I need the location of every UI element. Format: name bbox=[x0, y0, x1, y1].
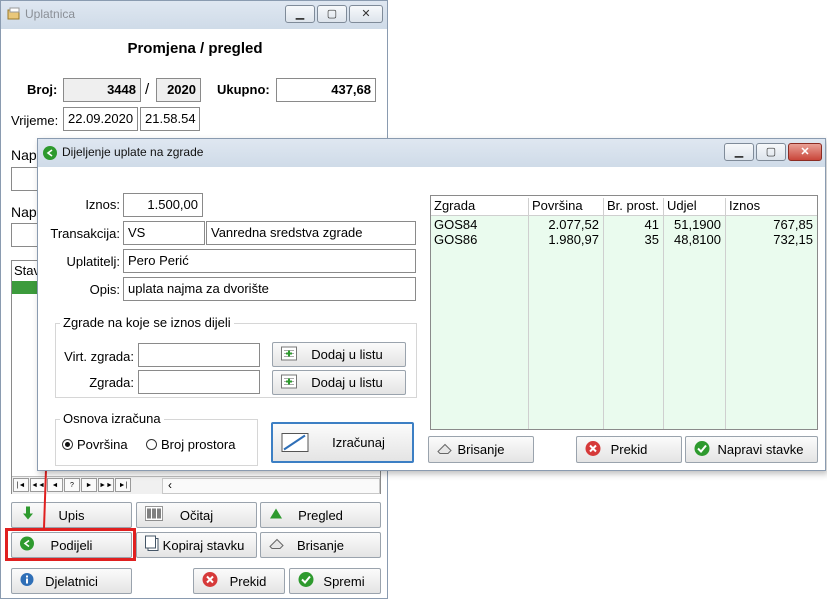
transakcija-code-field[interactable]: VS bbox=[123, 221, 205, 245]
add-list-icon bbox=[281, 374, 297, 391]
table-column-header[interactable]: Zgrada bbox=[431, 198, 528, 215]
izracunaj-label: Izračunaj bbox=[332, 435, 385, 450]
dialog-titlebar[interactable]: Dijeljenje uplate na zgrade ▁ ▢ ✕ bbox=[38, 139, 825, 167]
dodaj-zgrada-label: Dodaj u listu bbox=[311, 375, 383, 390]
table-cell: 767,85 bbox=[773, 217, 813, 232]
dialog-maximize-button[interactable]: ▢ bbox=[756, 143, 786, 161]
iznos-label: Iznos: bbox=[85, 197, 120, 212]
osnova-group-title: Osnova izračuna bbox=[60, 411, 164, 426]
table-row[interactable]: GOS84 2.077,52 41 51,1900 767,85 bbox=[431, 217, 817, 232]
table-cell: 48,8100 bbox=[674, 232, 721, 247]
radio-povrsina-label: Površina bbox=[77, 437, 128, 452]
transakcija-desc-field[interactable]: Vanredna sredstva zgrade bbox=[206, 221, 416, 245]
column-separator bbox=[528, 215, 529, 429]
table-cell: 51,1900 bbox=[674, 217, 721, 232]
virt-zgrada-field[interactable] bbox=[138, 343, 260, 367]
column-separator bbox=[663, 215, 664, 429]
table-cell: 41 bbox=[644, 217, 659, 232]
table-column-header[interactable]: Udjel bbox=[663, 198, 725, 215]
dodaj-zgrada-button[interactable]: Dodaj u listu bbox=[272, 370, 406, 395]
napravi-stavke-button[interactable]: Napravi stavke bbox=[685, 436, 818, 463]
dialog-prekid-label: Prekid bbox=[610, 442, 648, 457]
uplatitelj-field[interactable]: Pero Perić bbox=[123, 249, 416, 273]
dialog-prekid-button[interactable]: Prekid bbox=[576, 436, 682, 463]
opis-field[interactable]: uplata najma za dvorište bbox=[123, 277, 416, 301]
calculate-icon bbox=[281, 430, 309, 455]
eraser-icon bbox=[437, 442, 453, 457]
dialog-brisanje-label: Brisanje bbox=[457, 442, 505, 457]
dodaj-virt-button[interactable]: Dodaj u listu bbox=[272, 342, 406, 367]
checkmark-icon bbox=[694, 440, 710, 459]
split-table[interactable]: Zgrada Površina Br. prost. Udjel Iznos GOS84… bbox=[430, 195, 818, 430]
table-cell: GOS86 bbox=[434, 232, 478, 247]
radio-broj-dot bbox=[146, 439, 157, 450]
uplatitelj-label: Uplatitelj: bbox=[66, 254, 120, 269]
zgrada-field[interactable] bbox=[138, 370, 260, 394]
column-separator bbox=[725, 215, 726, 429]
radio-broj-label: Broj prostora bbox=[161, 437, 236, 452]
iznos-field[interactable]: 1.500,00 bbox=[123, 193, 203, 217]
dialog-brisanje-button[interactable]: Brisanje bbox=[428, 436, 534, 463]
radio-povrsina[interactable]: Površina bbox=[62, 437, 128, 452]
table-column-header[interactable]: Br. prost. bbox=[603, 198, 663, 215]
dialog-share-icon bbox=[43, 146, 57, 163]
split-table-body: GOS84 2.077,52 41 51,1900 767,85 GOS86 1.980,9… bbox=[431, 215, 817, 429]
table-row[interactable]: GOS86 1.980,97 35 48,8100 732,15 bbox=[431, 232, 817, 247]
dialog-title: Dijeljenje uplate na zgrade bbox=[62, 145, 204, 159]
dialog-minimize-button[interactable]: ▁ bbox=[724, 143, 754, 161]
opis-label: Opis: bbox=[89, 282, 120, 297]
cancel-x-icon bbox=[585, 440, 601, 459]
radio-broj[interactable]: Broj prostora bbox=[146, 437, 235, 452]
dialog-close-button[interactable]: ✕ bbox=[788, 143, 822, 161]
table-column-header[interactable]: Površina bbox=[528, 198, 603, 215]
virt-zgrada-label: Virt. zgrada: bbox=[64, 349, 134, 364]
table-cell: 2.077,52 bbox=[548, 217, 599, 232]
add-list-icon bbox=[281, 346, 297, 363]
izracunaj-button[interactable]: Izračunaj bbox=[271, 422, 414, 463]
table-cell: 732,15 bbox=[773, 232, 813, 247]
zgrada-label: Zgrada: bbox=[89, 375, 134, 390]
table-cell: GOS84 bbox=[434, 217, 478, 232]
radio-povrsina-dot bbox=[62, 439, 73, 450]
column-separator bbox=[603, 215, 604, 429]
zgrade-group-title: Zgrade na koje se iznos dijeli bbox=[60, 315, 234, 330]
table-cell: 35 bbox=[644, 232, 659, 247]
table-column-header[interactable]: Iznos bbox=[725, 198, 817, 215]
split-table-header: Zgrada Površina Br. prost. Udjel Iznos bbox=[431, 196, 817, 216]
table-cell: 1.980,97 bbox=[548, 232, 599, 247]
dodaj-virt-label: Dodaj u listu bbox=[311, 347, 383, 362]
napravi-stavke-label: Napravi stavke bbox=[717, 442, 804, 457]
split-dialog: Dijeljenje uplate na zgrade ▁ ▢ ✕ Iznos:… bbox=[37, 138, 826, 471]
transakcija-label: Transakcija: bbox=[50, 226, 120, 241]
